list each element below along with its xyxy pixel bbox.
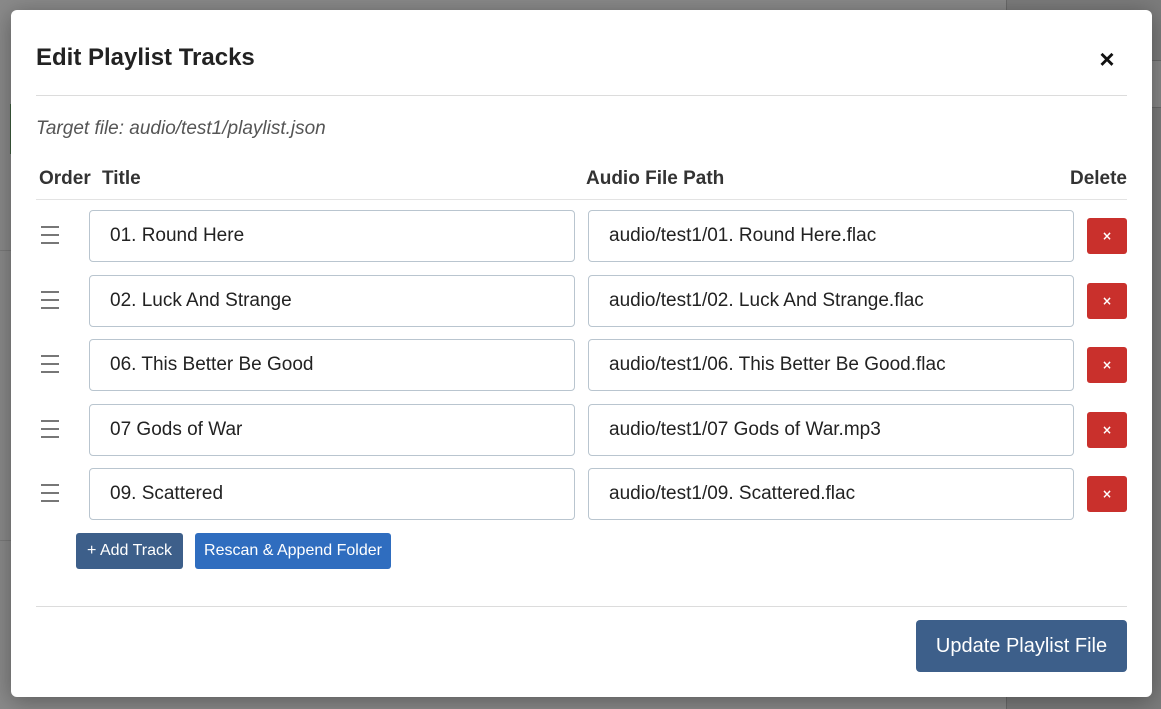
track-title-input[interactable] xyxy=(89,468,575,520)
delete-track-button[interactable]: × xyxy=(1087,283,1127,319)
track-title-input[interactable] xyxy=(89,275,575,327)
delete-track-button[interactable]: × xyxy=(1087,476,1127,512)
track-title-input[interactable] xyxy=(89,404,575,456)
track-path-input[interactable] xyxy=(588,210,1074,262)
column-header-title: Title xyxy=(102,168,141,189)
track-title-input[interactable] xyxy=(89,339,575,391)
drag-handle-icon[interactable] xyxy=(41,224,59,246)
drag-handle-icon[interactable] xyxy=(41,353,59,375)
drag-handle-icon[interactable] xyxy=(41,418,59,440)
track-path-input[interactable] xyxy=(588,339,1074,391)
target-file-label: Target file: audio/test1/playlist.json xyxy=(36,118,326,139)
table-header: Order Title Audio File Path Delete xyxy=(36,166,1127,200)
track-row: × xyxy=(36,404,1127,456)
column-header-path: Audio File Path xyxy=(586,168,725,189)
track-row: × xyxy=(36,468,1127,520)
delete-track-button[interactable]: × xyxy=(1087,218,1127,254)
track-title-input[interactable] xyxy=(89,210,575,262)
delete-track-button[interactable]: × xyxy=(1087,412,1127,448)
track-row: × xyxy=(36,210,1127,262)
edit-playlist-modal: Edit Playlist Tracks × Target file: audi… xyxy=(11,10,1152,697)
footer-divider xyxy=(36,606,1127,607)
modal-title: Edit Playlist Tracks xyxy=(36,44,255,71)
track-path-input[interactable] xyxy=(588,404,1074,456)
track-path-input[interactable] xyxy=(588,275,1074,327)
track-row: × xyxy=(36,339,1127,391)
drag-handle-icon[interactable] xyxy=(41,482,59,504)
delete-track-button[interactable]: × xyxy=(1087,347,1127,383)
column-header-delete: Delete xyxy=(1069,168,1127,189)
drag-handle-icon[interactable] xyxy=(41,289,59,311)
rescan-folder-button[interactable]: Rescan & Append Folder xyxy=(195,533,391,569)
close-icon[interactable]: × xyxy=(1095,46,1119,72)
track-row: × xyxy=(36,275,1127,327)
add-track-button[interactable]: + Add Track xyxy=(76,533,183,569)
track-path-input[interactable] xyxy=(588,468,1074,520)
column-header-order: Order xyxy=(39,168,91,189)
modal-header: Edit Playlist Tracks × xyxy=(36,10,1127,96)
update-playlist-button[interactable]: Update Playlist File xyxy=(916,620,1127,672)
